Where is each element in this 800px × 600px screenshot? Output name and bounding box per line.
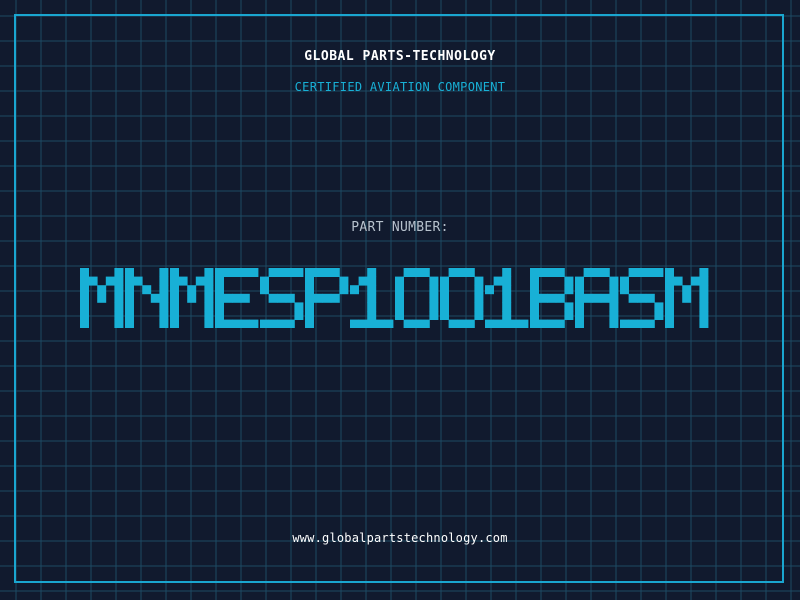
part-number-char xyxy=(215,268,259,328)
part-number-char xyxy=(260,268,304,328)
part-number-char xyxy=(80,268,124,328)
part-number-char xyxy=(350,268,394,328)
label-card: GLOBAL PARTS-TECHNOLOGY CERTIFIED AVIATI… xyxy=(0,0,800,600)
part-number-char xyxy=(305,268,349,328)
company-name: GLOBAL PARTS-TECHNOLOGY xyxy=(304,49,496,64)
part-number-value xyxy=(80,268,709,328)
part-number-char xyxy=(395,268,439,328)
part-number-char xyxy=(125,268,169,328)
part-number-char xyxy=(485,268,529,328)
part-number-char xyxy=(170,268,214,328)
part-number-char xyxy=(440,268,484,328)
part-number-char xyxy=(620,268,664,328)
part-number-char xyxy=(530,268,574,328)
certification-subtitle: CERTIFIED AVIATION COMPONENT xyxy=(294,80,506,94)
part-number-label: PART NUMBER: xyxy=(351,220,449,235)
website-url: www.globalpartstechnology.com xyxy=(292,531,508,545)
part-number-char xyxy=(665,268,709,328)
part-number-char xyxy=(575,268,619,328)
